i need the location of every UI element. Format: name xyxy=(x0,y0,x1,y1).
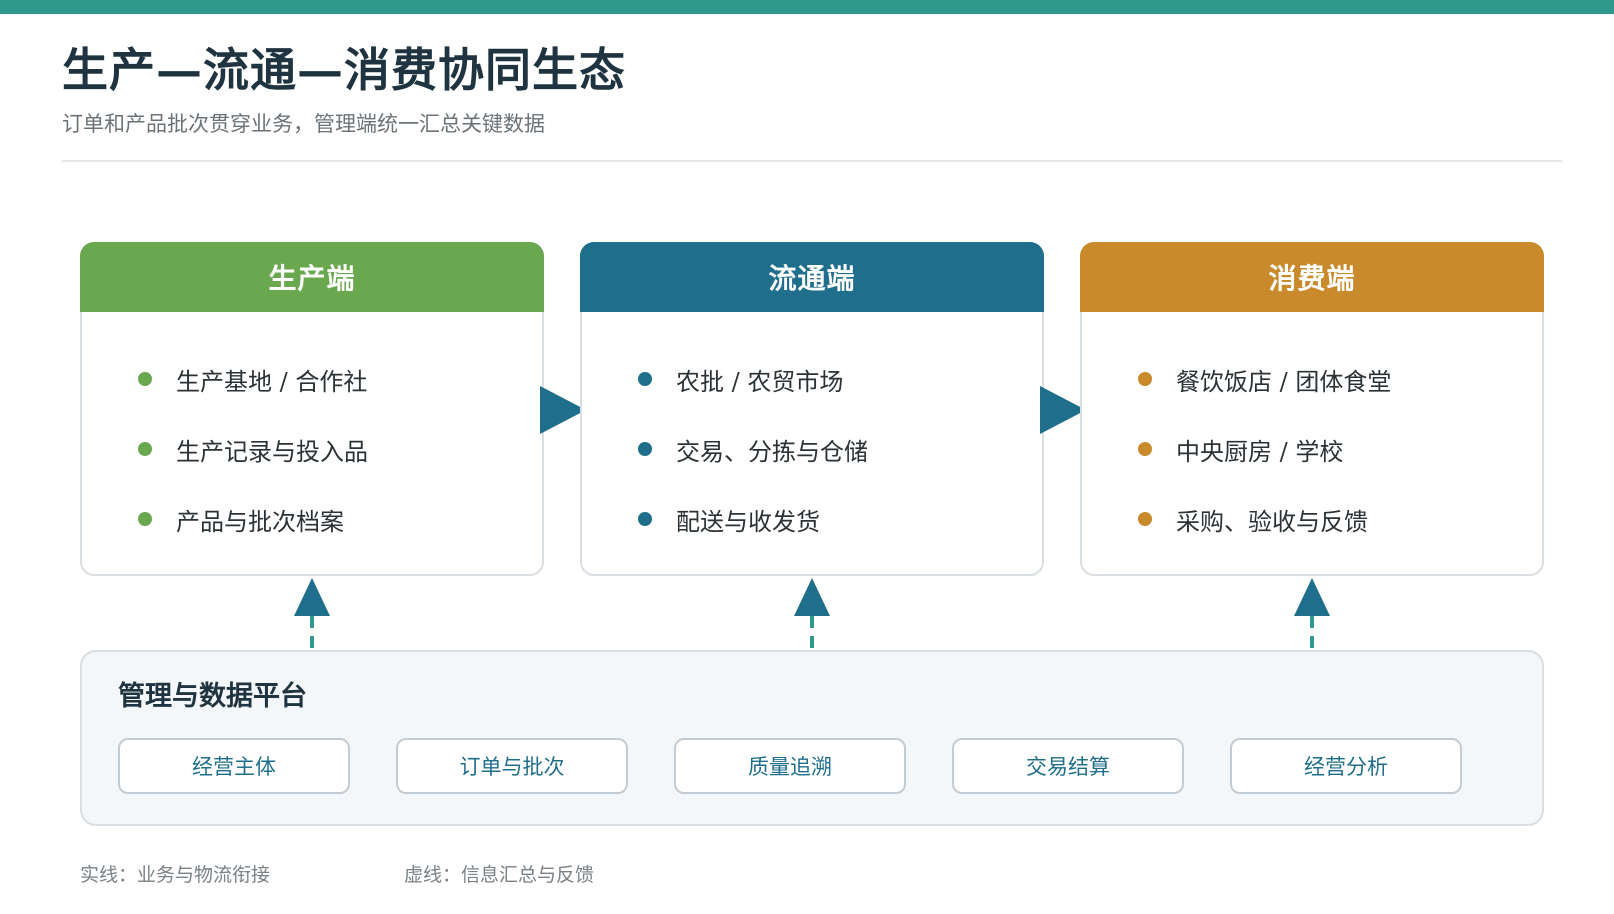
list-item-label: 农批 / 农贸市场 xyxy=(676,367,844,396)
bullet-dot-icon xyxy=(638,512,652,526)
list-item: 交易、分拣与仓储 xyxy=(638,414,868,484)
module-business-entity: 经营主体 xyxy=(118,738,350,794)
module-orders-batches: 订单与批次 xyxy=(396,738,628,794)
list-item: 产品与批次档案 xyxy=(138,484,368,554)
list-item-label: 中央厨房 / 学校 xyxy=(1176,437,1344,466)
bullet-dot-icon xyxy=(138,442,152,456)
stage-production-header: 生产端 xyxy=(80,242,544,312)
management-platform: 管理与数据平台 经营主体 订单与批次 质量追溯 交易结算 经营分析 xyxy=(80,650,1544,826)
bullet-dot-icon xyxy=(138,512,152,526)
list-item: 餐饮饭店 / 团体食堂 xyxy=(1138,344,1391,414)
list-item-label: 餐饮饭店 / 团体食堂 xyxy=(1176,367,1392,396)
list-item: 农批 / 农贸市场 xyxy=(638,344,868,414)
stage-production: 生产端 生产基地 / 合作社 生产记录与投入品 产品与批次档案 xyxy=(80,242,544,576)
stage-consumption: 消费端 餐饮饭店 / 团体食堂 中央厨房 / 学校 采购、验收与反馈 xyxy=(1080,242,1544,576)
bullet-dot-icon xyxy=(638,442,652,456)
list-item-label: 生产基地 / 合作社 xyxy=(176,367,368,396)
list-item: 中央厨房 / 学校 xyxy=(1138,414,1391,484)
list-item: 生产记录与投入品 xyxy=(138,414,368,484)
list-item: 生产基地 / 合作社 xyxy=(138,344,368,414)
legend-solid-line: 实线：业务与物流衔接 xyxy=(80,864,271,886)
list-item: 配送与收发货 xyxy=(638,484,868,554)
bullet-dot-icon xyxy=(1138,442,1152,456)
module-business-analysis: 经营分析 xyxy=(1230,738,1462,794)
page-subtitle: 订单和产品批次贯穿业务，管理端统一汇总关键数据 xyxy=(62,112,545,136)
list-item-label: 采购、验收与反馈 xyxy=(1176,507,1368,536)
legend-dashed-line: 虚线：信息汇总与反馈 xyxy=(404,864,595,886)
top-accent-bar xyxy=(0,0,1614,14)
module-trade-settlement: 交易结算 xyxy=(952,738,1184,794)
list-item-label: 产品与批次档案 xyxy=(176,507,344,536)
feedback-arrow-up-icon xyxy=(292,578,332,650)
bullet-dot-icon xyxy=(138,372,152,386)
list-item-label: 配送与收发货 xyxy=(676,507,820,536)
bullet-dot-icon xyxy=(1138,512,1152,526)
feedback-arrow-up-icon xyxy=(792,578,832,650)
bullet-dot-icon xyxy=(638,372,652,386)
list-item: 采购、验收与反馈 xyxy=(1138,484,1391,554)
list-item-label: 交易、分拣与仓储 xyxy=(676,437,868,466)
list-item-label: 生产记录与投入品 xyxy=(176,437,368,466)
stage-circulation: 流通端 农批 / 农贸市场 交易、分拣与仓储 配送与收发货 xyxy=(580,242,1044,576)
bullet-dot-icon xyxy=(1138,372,1152,386)
module-quality-trace: 质量追溯 xyxy=(674,738,906,794)
feedback-arrow-up-icon xyxy=(1292,578,1332,650)
stage-consumption-list: 餐饮饭店 / 团体食堂 中央厨房 / 学校 采购、验收与反馈 xyxy=(1138,344,1391,554)
stage-circulation-list: 农批 / 农贸市场 交易、分拣与仓储 配送与收发货 xyxy=(638,344,868,554)
platform-title: 管理与数据平台 xyxy=(118,681,307,712)
stage-consumption-header: 消费端 xyxy=(1080,242,1544,312)
page-title: 生产—流通—消费协同生态 xyxy=(62,43,626,97)
stage-production-list: 生产基地 / 合作社 生产记录与投入品 产品与批次档案 xyxy=(138,344,368,554)
header-divider xyxy=(62,160,1562,162)
stage-circulation-header: 流通端 xyxy=(580,242,1044,312)
